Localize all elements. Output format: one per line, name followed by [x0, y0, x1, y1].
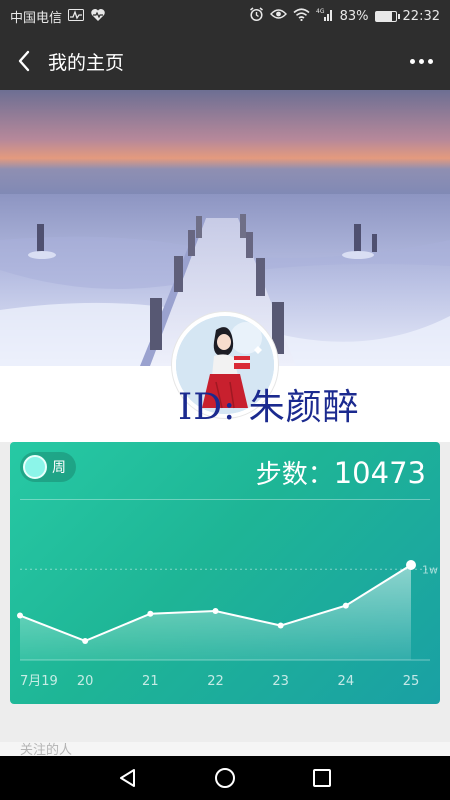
- svg-text:4G: 4G: [316, 8, 325, 15]
- following-label: 关注的人: [20, 743, 73, 756]
- chart-point[interactable]: [406, 560, 416, 570]
- battery-icon: [374, 10, 400, 22]
- wifi-icon: [293, 7, 310, 25]
- chart-point[interactable]: [82, 637, 89, 644]
- more-icon-dot: [427, 58, 433, 64]
- nav-home-button[interactable]: [205, 758, 245, 798]
- triangle-back-icon: [120, 769, 136, 787]
- x-tick-label: 20: [77, 674, 94, 689]
- back-button[interactable]: [0, 32, 48, 90]
- user-id: ID: 朱颜醉: [178, 378, 360, 430]
- circle-home-icon: [214, 768, 235, 788]
- eye-icon: [269, 8, 287, 24]
- system-nav-bar: [0, 756, 450, 800]
- more-button[interactable]: [406, 46, 436, 76]
- nav-back-button[interactable]: [108, 758, 148, 798]
- steps-card[interactable]: 周 步数：10473 1w 7月19 20 21 22 23 24 25: [10, 442, 440, 704]
- x-tick-label: 25: [403, 674, 420, 689]
- chart-point[interactable]: [17, 612, 23, 619]
- battery-percent-label: 83%: [339, 8, 369, 24]
- status-left: 中国电信: [10, 7, 106, 26]
- page-title: 我的主页: [48, 51, 125, 74]
- x-tick-label: 7月19: [20, 674, 58, 689]
- user-name: 朱颜醉: [248, 387, 360, 428]
- status-right: 4G 83% 22:32: [249, 6, 440, 26]
- clock-label: 22:32: [402, 8, 440, 24]
- chevron-left-icon: [18, 50, 30, 72]
- battery-level: [375, 11, 393, 21]
- status-bar: 中国电信 4G 83% 22:32: [0, 0, 450, 32]
- nav-recents-button[interactable]: [302, 758, 342, 798]
- chart-point[interactable]: [342, 602, 349, 609]
- reference-line-label: 1w: [422, 563, 438, 576]
- x-tick-label: 22: [207, 674, 224, 689]
- carrier-label: 中国电信: [10, 10, 63, 26]
- following-section[interactable]: 关注的人: [0, 742, 450, 756]
- more-icon: [409, 58, 415, 64]
- header-bar: 我的主页: [0, 32, 450, 90]
- x-tick-label: 23: [272, 674, 289, 689]
- signal-4g-icon: 4G: [316, 8, 334, 25]
- user-id-prefix: ID:: [178, 387, 237, 428]
- x-tick-label: 21: [142, 674, 159, 689]
- more-icon-dot: [418, 58, 424, 64]
- alarm-icon: [249, 6, 264, 26]
- chart-point[interactable]: [147, 610, 154, 617]
- chart-point[interactable]: [277, 622, 284, 629]
- chart-point[interactable]: [212, 608, 219, 615]
- x-tick-label: 24: [338, 674, 355, 689]
- square-recents-icon: [312, 769, 331, 787]
- heart-rate-icon: [90, 8, 106, 25]
- steps-chart: 1w 7月19 20 21 22 23 24 25: [17, 560, 438, 689]
- activity-icon: [68, 8, 85, 24]
